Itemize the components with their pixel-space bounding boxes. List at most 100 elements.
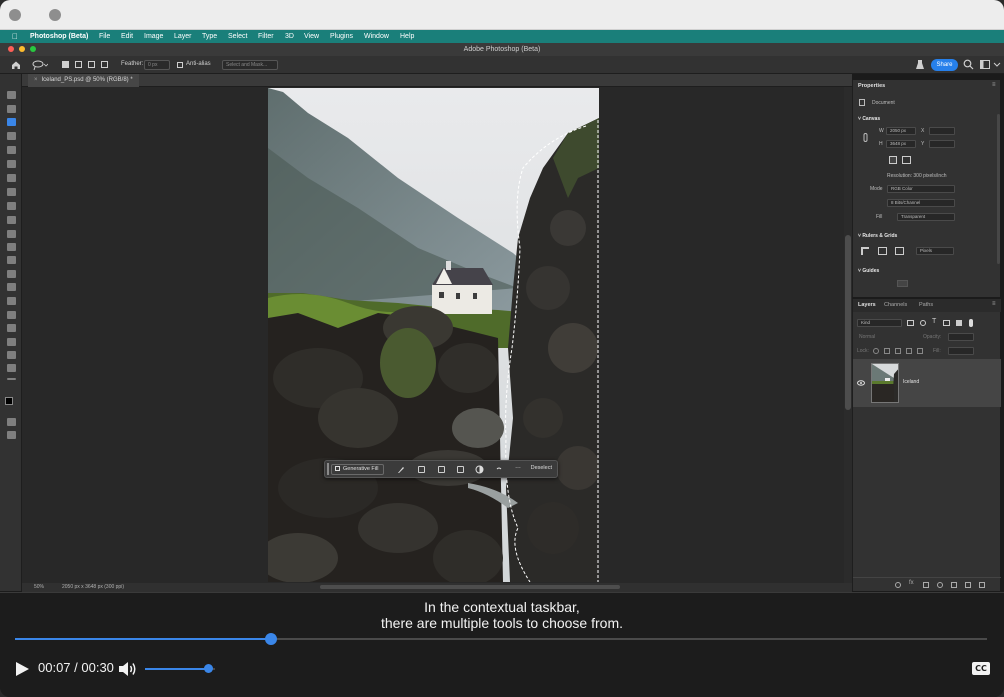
feather-input[interactable]: 0 px [144,60,170,70]
lock-artboard-icon[interactable] [906,348,912,354]
menu-3d[interactable]: 3D [285,30,294,43]
pen-tool-icon[interactable] [7,297,16,305]
undo-icon[interactable] [495,466,502,473]
close-tab-icon[interactable]: × [34,77,38,83]
taskbar-drag-handle[interactable] [327,463,329,475]
eye-visibility-icon[interactable] [857,380,865,386]
menu-app-name[interactable]: Photoshop (Beta) [30,30,88,43]
menu-filter[interactable]: Filter [258,30,274,43]
move-tool-icon[interactable] [7,91,16,99]
filter-shape-icon[interactable] [943,320,950,326]
lasso-preset-icon[interactable] [32,59,48,71]
delete-layer-icon[interactable] [979,582,985,588]
quick-mask-icon[interactable] [7,418,16,426]
guide-lock-icon[interactable] [897,280,908,287]
rulers-grids-section-title[interactable]: ˅ Rulers & Grids [858,233,897,239]
fill-selection-icon[interactable] [475,465,484,474]
lock-pixels-icon[interactable] [884,348,890,354]
ps-minimize-button[interactable] [19,46,25,52]
window-minimize-dot[interactable] [49,9,61,21]
bit-depth-select[interactable]: 8 Bits/Channel [887,199,955,207]
height-field[interactable]: 3648 px [886,140,916,148]
y-field[interactable] [929,140,955,148]
select-and-mask-button[interactable]: Select and Mask... [222,60,278,70]
pixel-grid-icon[interactable] [895,247,904,255]
foreground-color-swatch[interactable] [5,397,13,405]
fill-select[interactable]: Transparent [897,213,955,221]
adjustment-layer-icon[interactable] [937,582,943,588]
ps-zoom-button[interactable] [30,46,36,52]
history-brush-tool-icon[interactable] [7,230,16,238]
intersect-selection-icon[interactable] [101,61,108,68]
x-field[interactable] [929,127,955,135]
generative-fill-button[interactable]: Generative Fill [331,464,385,475]
mode-select[interactable]: RGB Color [887,185,955,193]
guides-section-title[interactable]: ˅ Guides [858,268,879,274]
landscape-orientation-icon[interactable] [902,156,911,164]
layer-row-iceland[interactable]: Iceland [853,359,1001,407]
units-select[interactable]: Pixels [916,247,954,255]
opacity-field[interactable] [948,333,974,341]
fill-opacity-field[interactable] [948,347,974,355]
filter-toggle-icon[interactable] [969,319,973,327]
iceland-photo[interactable] [268,88,599,582]
zoom-level[interactable]: 50% [34,583,44,592]
channels-tab[interactable]: Channels [884,302,907,308]
lock-transparent-icon[interactable] [873,348,879,354]
object-selection-tool-icon[interactable] [7,132,16,140]
lasso-tool-icon[interactable] [7,118,16,126]
paths-tab[interactable]: Paths [919,302,933,308]
menu-file[interactable]: File [99,30,110,43]
window-close-dot[interactable] [9,9,21,21]
portrait-orientation-icon[interactable] [889,156,897,164]
menu-help[interactable]: Help [400,30,414,43]
kind-filter[interactable]: Kind [857,319,902,327]
new-layer-icon[interactable] [965,582,971,588]
antialias-checkbox[interactable] [177,62,183,68]
link-icon[interactable] [863,133,868,142]
menu-edit[interactable]: Edit [121,30,133,43]
subtract-selection-icon[interactable] [88,61,95,68]
eraser-tool-icon[interactable] [7,243,16,251]
menu-type[interactable]: Type [202,30,217,43]
panel-menu-icon[interactable]: ≡ [992,82,996,88]
rectangle-tool-icon[interactable] [7,338,16,346]
rulers-icon[interactable] [861,247,869,255]
new-group-icon[interactable] [951,582,957,588]
menu-layer[interactable]: Layer [174,30,192,43]
canvas-horizontal-scroll-thumb[interactable] [320,585,620,589]
add-mask-icon[interactable] [923,582,929,588]
layer-name[interactable]: Iceland [903,379,919,385]
artboard-tool-icon[interactable] [7,105,16,113]
menu-plugins[interactable]: Plugins [330,30,353,43]
width-field[interactable]: 2050 px [886,127,916,135]
layer-style-icon[interactable]: fx [909,580,914,586]
more-options-icon[interactable]: … [515,464,521,470]
healing-brush-tool-icon[interactable] [7,188,16,196]
gradient-tool-icon[interactable] [7,256,16,264]
frame-tool-icon[interactable] [7,160,16,168]
search-icon[interactable] [963,59,974,70]
properties-tab[interactable]: Properties [858,83,885,89]
filter-pixel-icon[interactable] [907,320,914,326]
create-mask-icon[interactable] [457,466,464,473]
volume-slider-knob[interactable] [204,664,213,673]
filter-adjustment-icon[interactable] [920,320,926,326]
apple-icon[interactable]:  [12,30,18,43]
layers-tab[interactable]: Layers [858,302,876,308]
ps-close-button[interactable] [8,46,14,52]
home-icon[interactable] [10,59,22,71]
add-selection-icon[interactable] [75,61,82,68]
link-layers-icon[interactable] [895,582,901,588]
properties-scrollbar[interactable] [997,114,1000,264]
lock-icons[interactable] [873,348,923,354]
dodge-tool-icon[interactable] [7,283,16,291]
layers-menu-icon[interactable]: ≡ [992,301,996,307]
more-tools-icon[interactable] [7,378,16,380]
share-button[interactable]: Share [931,59,958,71]
grid-icon[interactable] [878,247,887,255]
lock-position-icon[interactable] [895,348,901,354]
type-tool-icon[interactable] [7,311,16,319]
eyedropper-tool-icon[interactable] [7,174,16,182]
brush-modify-icon[interactable] [397,465,405,474]
